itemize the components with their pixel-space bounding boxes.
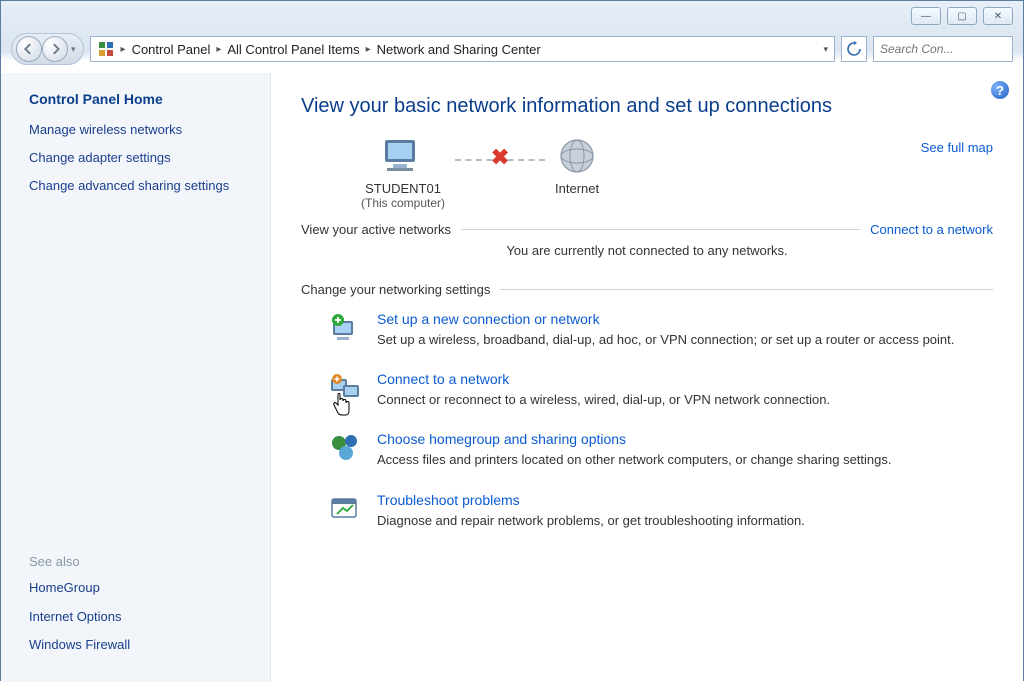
task-title[interactable]: Troubleshoot problems (377, 492, 993, 508)
history-dropdown-icon[interactable]: ▾ (68, 44, 79, 55)
active-networks-label: View your active networks (301, 222, 451, 237)
search-input[interactable] (880, 42, 1024, 56)
close-button[interactable]: ✕ (983, 7, 1013, 25)
sidebar: Control Panel Home Manage wireless netwo… (1, 73, 271, 682)
computer-name: STUDENT01 (361, 181, 445, 196)
page-title: View your basic network information and … (301, 95, 993, 118)
change-settings-label: Change your networking settings (301, 282, 490, 297)
forward-button[interactable] (42, 36, 68, 62)
homegroup-icon (329, 431, 363, 465)
see-also-label: See also (29, 554, 252, 569)
task-title[interactable]: Set up a new connection or network (377, 311, 993, 327)
minimize-button[interactable]: — (911, 7, 941, 25)
see-full-map-link[interactable]: See full map (921, 140, 993, 155)
crumb-network-sharing[interactable]: Network and Sharing Center (377, 42, 541, 57)
active-networks-header: View your active networks Connect to a n… (301, 222, 993, 237)
help-icon[interactable]: ? (991, 81, 1009, 99)
nav-history-buttons: ▾ (11, 33, 84, 65)
network-status-text: You are currently not connected to any n… (301, 243, 993, 258)
search-box[interactable] (873, 36, 1013, 62)
troubleshoot-icon (329, 492, 363, 526)
connect-to-network-link[interactable]: Connect to a network (870, 222, 993, 237)
chevron-right-icon: ▸ (366, 44, 371, 55)
setup-connection-icon (329, 311, 363, 345)
task-desc: Access files and printers located on oth… (377, 451, 993, 469)
breadcrumb[interactable]: ▸ Control Panel ▸ All Control Panel Item… (90, 36, 835, 62)
task-title[interactable]: Connect to a network (377, 371, 993, 387)
see-also-homegroup[interactable]: HomeGroup (29, 579, 252, 597)
task-setup-connection[interactable]: Set up a new connection or network Set u… (301, 311, 993, 349)
task-connect-network[interactable]: Connect to a network Connect or reconnec… (301, 371, 993, 409)
globe-icon (555, 136, 599, 176)
map-computer: STUDENT01 (This computer) (361, 136, 445, 210)
task-homegroup-sharing[interactable]: Choose homegroup and sharing options Acc… (301, 431, 993, 469)
internet-label: Internet (555, 181, 599, 196)
task-desc: Set up a wireless, broadband, dial-up, a… (377, 331, 993, 349)
task-desc: Diagnose and repair network problems, or… (377, 512, 993, 530)
network-sharing-center-window: — ▢ ✕ ▾ ▸ Control Pa (0, 0, 1024, 681)
map-connection: ✖ (445, 136, 555, 184)
maximize-button[interactable]: ▢ (947, 7, 977, 25)
task-title[interactable]: Choose homegroup and sharing options (377, 431, 993, 447)
window-controls: — ▢ ✕ (911, 7, 1013, 27)
control-panel-home-link[interactable]: Control Panel Home (29, 91, 252, 107)
sidebar-link-wireless[interactable]: Manage wireless networks (29, 121, 252, 139)
network-map: STUDENT01 (This computer) ✖ Internet (301, 136, 993, 210)
crumb-control-panel[interactable]: Control Panel (132, 42, 211, 57)
body-area: Control Panel Home Manage wireless netwo… (1, 73, 1023, 682)
address-bar: ▾ ▸ Control Panel ▸ All Control Panel It… (1, 29, 1023, 73)
disconnected-icon: ✖ (491, 144, 509, 170)
change-settings-header: Change your networking settings (301, 282, 993, 297)
main-content: ? View your basic network information an… (271, 73, 1023, 682)
control-panel-icon (97, 40, 115, 58)
computer-sub: (This computer) (361, 196, 445, 210)
breadcrumb-dropdown-icon[interactable]: ▾ (823, 44, 828, 55)
sidebar-link-adapter[interactable]: Change adapter settings (29, 149, 252, 167)
see-also-windows-firewall[interactable]: Windows Firewall (29, 636, 252, 654)
task-troubleshoot[interactable]: Troubleshoot problems Diagnose and repai… (301, 492, 993, 530)
chevron-right-icon: ▸ (216, 44, 221, 55)
see-also-section: See also HomeGroup Internet Options Wind… (29, 554, 252, 664)
crumb-all-items[interactable]: All Control Panel Items (227, 42, 359, 57)
map-internet: Internet (555, 136, 599, 196)
refresh-button[interactable] (841, 36, 867, 62)
title-bar: — ▢ ✕ (1, 1, 1023, 29)
see-also-internet-options[interactable]: Internet Options (29, 608, 252, 626)
chevron-right-icon: ▸ (121, 44, 126, 55)
computer-icon (379, 136, 427, 176)
sidebar-link-advanced-sharing[interactable]: Change advanced sharing settings (29, 177, 252, 195)
cursor-hand-icon (331, 393, 351, 422)
back-button[interactable] (16, 36, 42, 62)
task-desc: Connect or reconnect to a wireless, wire… (377, 391, 993, 409)
